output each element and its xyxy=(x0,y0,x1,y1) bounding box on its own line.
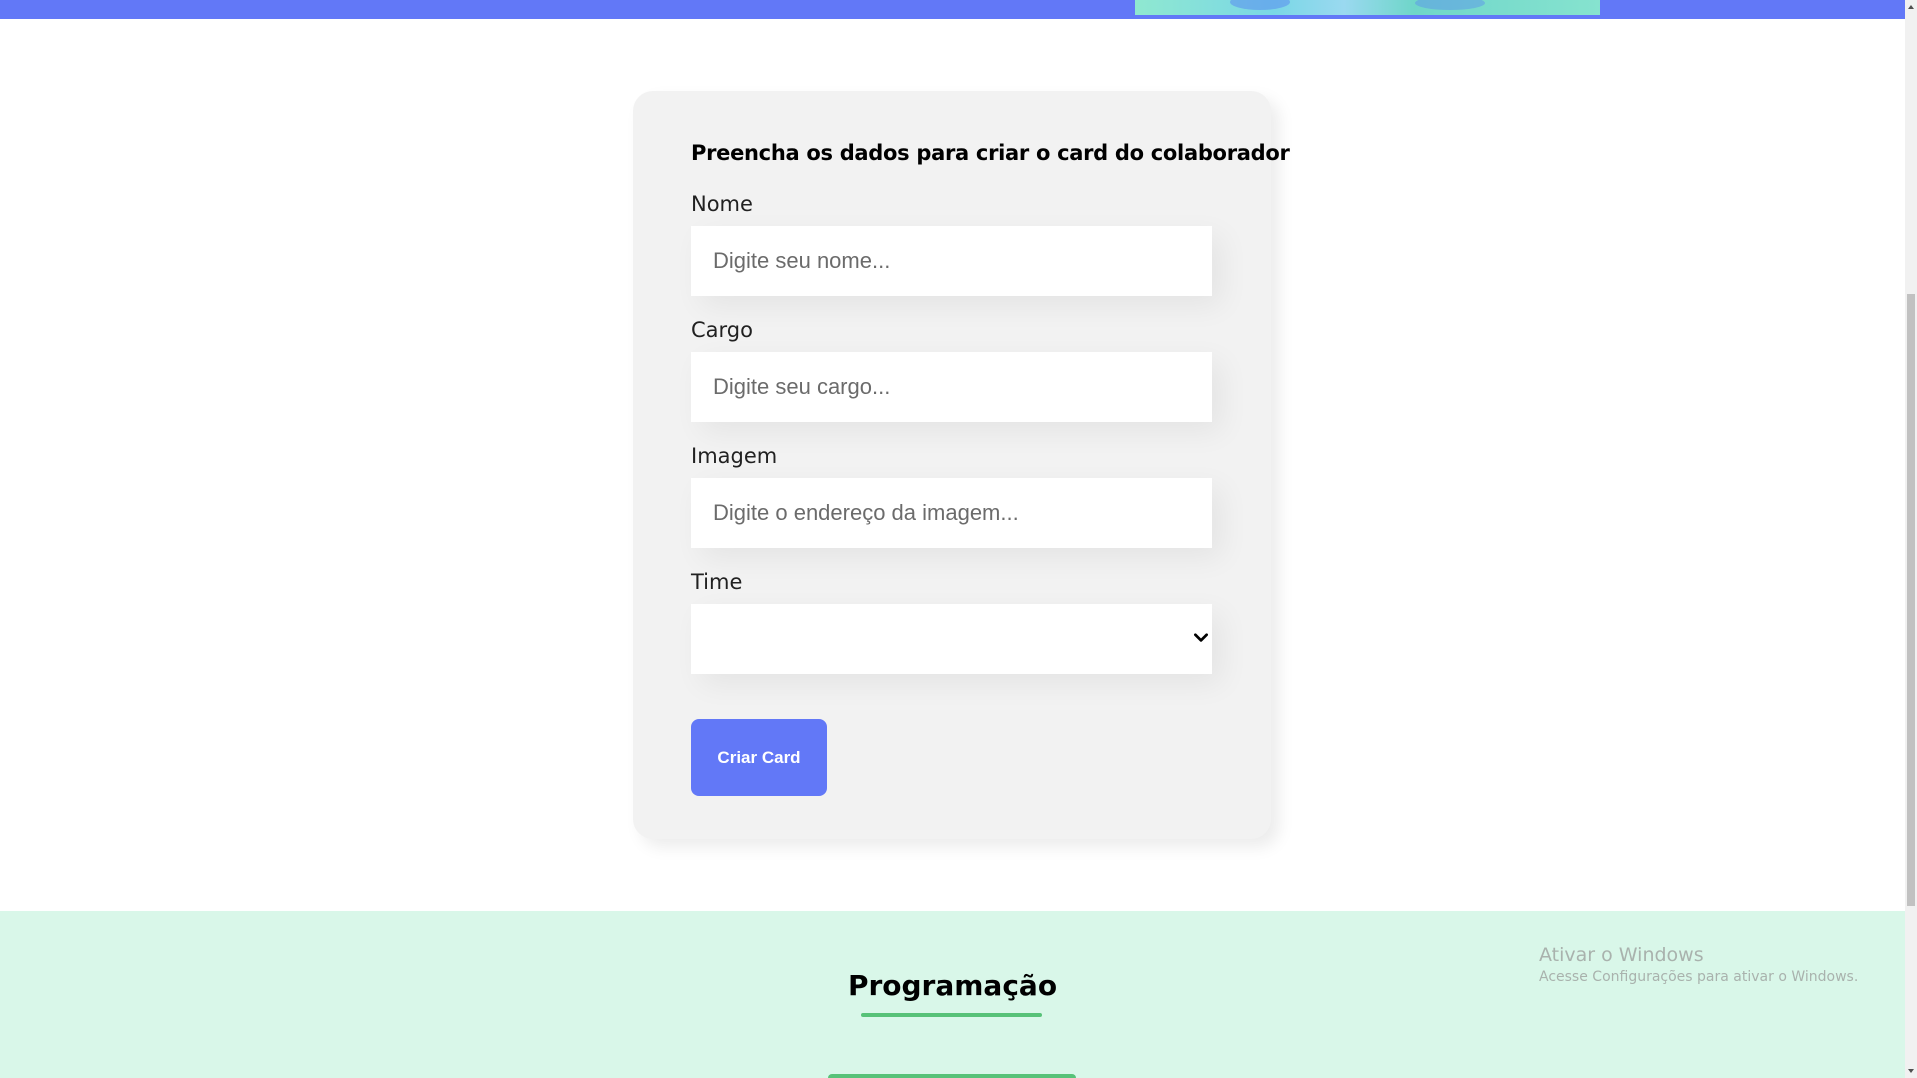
role-label: Cargo xyxy=(691,318,753,342)
scroll-down-arrow-icon[interactable] xyxy=(1907,1066,1915,1076)
vertical-scrollbar[interactable] xyxy=(1905,0,1917,1078)
watermark-subtitle: Acesse Configurações para ativar o Windo… xyxy=(1539,969,1859,985)
team-label: Time xyxy=(691,570,743,594)
team-section-programacao: Programação Ativar o Windows Acesse Conf… xyxy=(0,911,1905,1078)
role-input[interactable] xyxy=(691,352,1212,422)
create-card-button[interactable]: Criar Card xyxy=(691,719,827,796)
banner-image xyxy=(1135,0,1600,15)
banner-image-shape xyxy=(1415,0,1485,10)
image-url-input[interactable] xyxy=(691,478,1212,548)
image-label: Imagem xyxy=(691,444,778,468)
form-section: Preencha os dados para criar o card do c… xyxy=(0,19,1905,911)
scroll-up-arrow-icon[interactable] xyxy=(1907,2,1915,12)
header-banner xyxy=(0,0,1905,19)
form-title: Preencha os dados para criar o card do c… xyxy=(691,141,1290,165)
chevron-down-icon xyxy=(1194,633,1208,642)
banner-image-shape xyxy=(1230,0,1290,10)
team-card-top-edge xyxy=(828,1074,1076,1078)
scrollbar-thumb[interactable] xyxy=(1907,294,1915,906)
team-select[interactable] xyxy=(691,604,1212,674)
page: Preencha os dados para criar o card do c… xyxy=(0,0,1905,1078)
windows-activation-watermark: Ativar o Windows Acesse Configurações pa… xyxy=(1539,943,1858,987)
name-label: Nome xyxy=(691,192,753,216)
watermark-title: Ativar o Windows xyxy=(1539,944,1704,966)
collaborator-form: Preencha os dados para criar o card do c… xyxy=(633,91,1290,839)
team-title-underline xyxy=(861,1013,1042,1017)
name-input[interactable] xyxy=(691,226,1212,296)
